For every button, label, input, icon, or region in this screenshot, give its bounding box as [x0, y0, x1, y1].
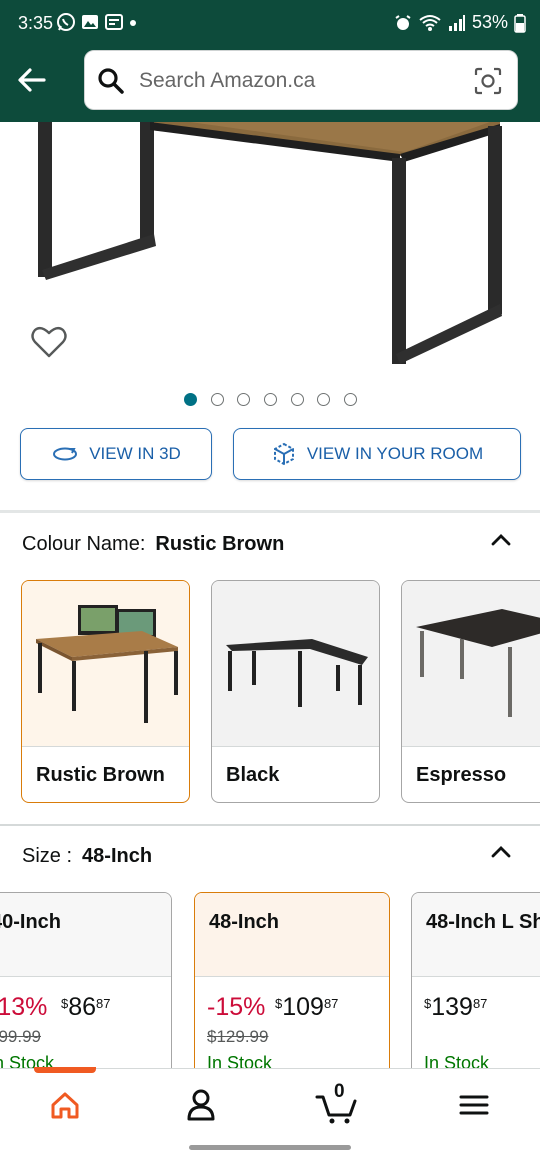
size-option-header — [0, 893, 171, 977]
list-price: $129.99 — [207, 1027, 269, 1046]
colour-option-label: Rustic Brown — [36, 764, 165, 786]
ar-cube-icon — [273, 442, 294, 466]
size-option-name: 48-Inch L Shaped — [426, 911, 540, 933]
battery-percent: 53% — [471, 12, 508, 32]
size-row[interactable]: Size : 48-Inch — [22, 845, 152, 868]
active-tab-indicator — [34, 1067, 96, 1073]
price: $13987 — [424, 993, 488, 1021]
desk-illustration — [38, 122, 502, 364]
search-bar[interactable] — [84, 50, 518, 110]
3d-rotate-icon — [53, 447, 78, 461]
view-in-3d-label: VIEW IN 3D — [89, 444, 181, 463]
notification-icons — [56, 12, 138, 32]
system-icons: 53% — [394, 12, 526, 33]
page-dot-active[interactable] — [184, 393, 197, 406]
search-icon — [98, 68, 124, 94]
status-time: 3:35 — [18, 13, 54, 33]
size-option-header — [195, 893, 389, 977]
colour-swatch-image — [212, 581, 379, 747]
discount-percent: -13% — [0, 993, 48, 1021]
size-selected-value: 48-Inch — [82, 845, 153, 867]
product-image[interactable] — [0, 122, 540, 390]
size-option-48-inch-l-shaped[interactable]: 48-Inch L Shaped $13987 In Stock — [411, 892, 540, 1092]
view-in-your-room-button[interactable]: VIEW IN YOUR ROOM — [233, 428, 521, 480]
size-option-header — [412, 893, 540, 977]
colour-label: Colour Name: — [22, 533, 146, 555]
home-icon[interactable] — [45, 1085, 85, 1125]
price: $10987 — [275, 993, 339, 1021]
view-in-3d-button[interactable]: VIEW IN 3D — [20, 428, 212, 480]
wifi-icon — [419, 14, 441, 31]
colour-option-label: Black — [226, 764, 280, 786]
search-input[interactable] — [139, 65, 459, 97]
size-option-48-inch[interactable]: 48-Inch -15% $10987 $129.99 In Stock — [194, 892, 390, 1092]
page-dot[interactable] — [344, 393, 357, 406]
cart-count: 0 — [334, 1081, 345, 1102]
section-divider — [0, 510, 540, 513]
battery-icon — [514, 13, 526, 33]
calendar-icon — [105, 14, 123, 30]
cart-icon[interactable]: 0 — [314, 1081, 360, 1125]
signal-icon — [448, 14, 465, 31]
page-dot[interactable] — [237, 393, 250, 406]
size-option-name: 48-Inch — [209, 911, 280, 933]
colour-swatch-image — [22, 581, 189, 747]
page-dot[interactable] — [291, 393, 304, 406]
status-bar: 3:35 53% — [0, 0, 540, 48]
gallery-icon — [82, 15, 98, 29]
page-dot[interactable] — [264, 393, 277, 406]
size-option-40-inch[interactable]: 40-Inch -13% $8687 $99.99 In Stock — [0, 892, 172, 1092]
menu-icon[interactable] — [454, 1085, 494, 1125]
chevron-up-icon[interactable] — [490, 532, 512, 546]
colour-selected-value: Rustic Brown — [155, 533, 285, 555]
size-label: Size : — [22, 845, 73, 867]
price: $8687 — [61, 993, 111, 1021]
discount-percent: -15% — [207, 993, 266, 1021]
colour-option-label: Espresso — [416, 764, 507, 786]
size-option-name: 40-Inch — [0, 911, 62, 933]
app-header: 3:35 53% — [0, 0, 540, 122]
image-pagination — [0, 393, 540, 409]
chevron-up-icon[interactable] — [490, 844, 512, 858]
colour-swatch-image — [402, 581, 540, 747]
gesture-bar — [0, 1138, 540, 1158]
colour-option-rustic-brown[interactable]: Rustic Brown — [21, 580, 190, 803]
product-page: 3:35 53% Search Amazon.ca VIEW IN 3D VIE… — [0, 0, 540, 1158]
colour-option-espresso[interactable]: Espresso — [401, 580, 540, 803]
list-price: $99.99 — [0, 1027, 41, 1046]
section-divider — [0, 824, 540, 826]
camera-search-icon[interactable] — [473, 66, 503, 96]
wishlist-heart-icon[interactable] — [30, 324, 68, 360]
page-dot[interactable] — [317, 393, 330, 406]
dot-icon — [130, 20, 136, 26]
account-icon[interactable] — [181, 1085, 221, 1125]
colour-option-black[interactable]: Black — [211, 580, 380, 803]
whatsapp-icon — [57, 13, 75, 31]
colour-row[interactable]: Colour Name: Rustic Brown — [22, 533, 284, 556]
view-in-your-room-label: VIEW IN YOUR ROOM — [306, 444, 484, 463]
back-arrow-icon[interactable] — [14, 62, 50, 98]
home-indicator[interactable] — [189, 1145, 351, 1150]
alarm-icon — [395, 14, 411, 30]
bottom-nav: 0 — [0, 1067, 540, 1138]
page-dot[interactable] — [211, 393, 224, 406]
